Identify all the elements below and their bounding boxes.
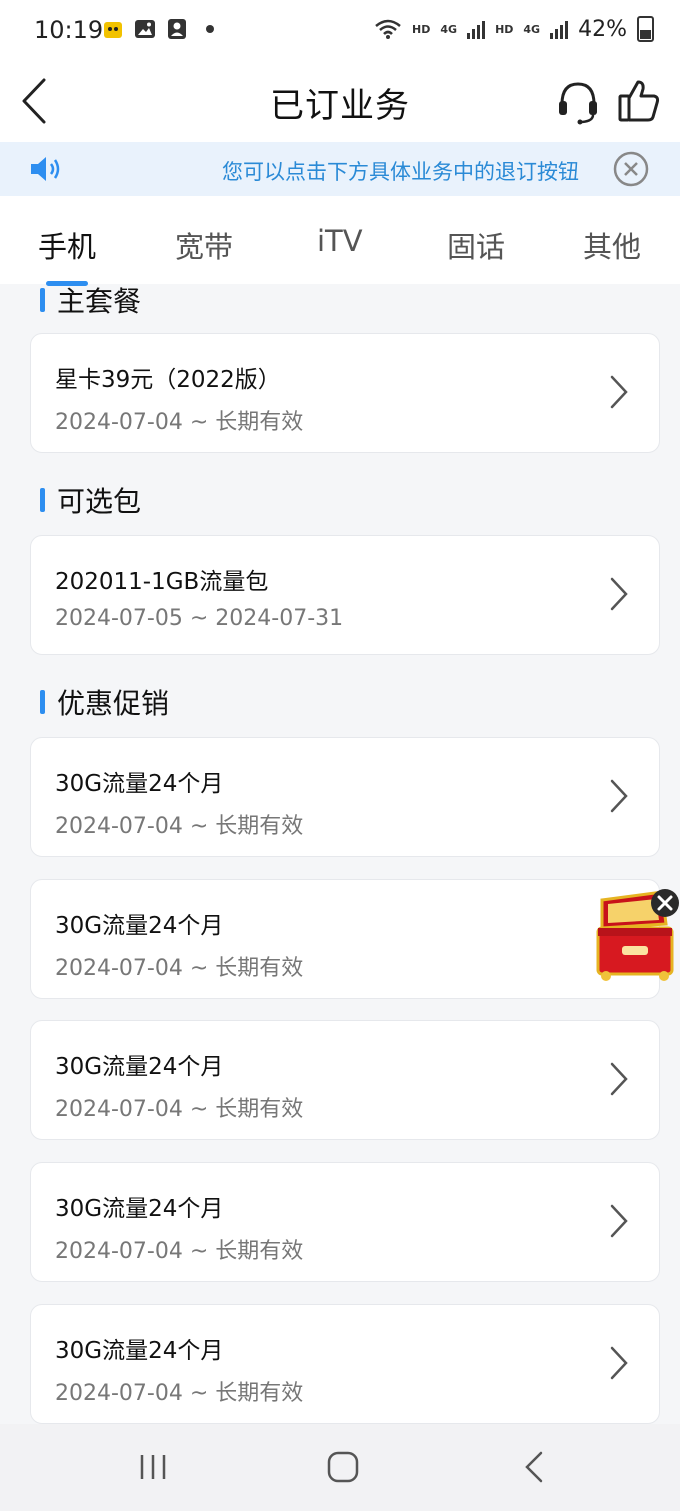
tab-landline[interactable]: 固话 (447, 224, 505, 266)
system-nav-bar (0, 1424, 680, 1511)
section-promotions: 优惠促销 (40, 682, 169, 722)
service-name: 星卡39元（2022版） (55, 367, 281, 393)
recent-apps-icon[interactable] (136, 1452, 170, 1482)
service-name: 30G流量24个月 (55, 1054, 224, 1080)
service-card[interactable]: 202011-1GB流量包 2024-07-05 ~ 2024-07-31 (30, 535, 660, 655)
more-notifications-dot (206, 25, 214, 33)
service-card[interactable]: 30G流量24个月 2024-07-04 ~ 长期有效 (30, 879, 660, 999)
notice-banner: 您可以点击下方具体业务中的退订按钮 (0, 142, 680, 196)
chevron-right-icon (610, 577, 628, 611)
network-type-1: 4G (440, 22, 458, 36)
close-icon[interactable] (650, 888, 680, 918)
section-title: 主套餐 (57, 285, 142, 318)
headset-icon[interactable] (556, 78, 600, 126)
chevron-right-icon (610, 1346, 628, 1380)
hd-label-2: HD (495, 22, 514, 36)
tab-phone[interactable]: 手机 (38, 224, 96, 266)
service-period: 2024-07-04 ~ 长期有效 (55, 1239, 304, 1264)
contact-icon (168, 19, 186, 39)
notification-icons (102, 18, 214, 40)
service-name: 30G流量24个月 (55, 771, 224, 797)
nav-back-icon[interactable] (522, 1450, 546, 1484)
title-bar: 已订业务 (0, 64, 680, 142)
notice-text: 您可以点击下方具体业务中的退订按钮 (222, 160, 579, 184)
service-name: 202011-1GB流量包 (55, 569, 269, 595)
tab-other[interactable]: 其他 (583, 224, 641, 266)
service-card[interactable]: 30G流量24个月 2024-07-04 ~ 长期有效 (30, 1162, 660, 1282)
wifi-icon (375, 19, 401, 39)
service-period: 2024-07-04 ~ 长期有效 (55, 814, 304, 839)
gallery-icon (135, 20, 155, 38)
service-name: 30G流量24个月 (55, 1196, 224, 1222)
speaker-icon (31, 157, 60, 181)
service-period: 2024-07-04 ~ 长期有效 (55, 1097, 304, 1122)
section-main-package: 主套餐 (40, 280, 141, 320)
service-card[interactable]: 星卡39元（2022版） 2024-07-04 ~ 长期有效 (30, 333, 660, 453)
section-marker (40, 488, 45, 512)
status-bar: 10:19 HD 4G HD 4G 42% (0, 0, 680, 64)
service-period: 2024-07-04 ~ 长期有效 (55, 1381, 304, 1406)
service-card[interactable]: 30G流量24个月 2024-07-04 ~ 长期有效 (30, 1020, 660, 1140)
section-optional: 可选包 (40, 480, 141, 520)
network-type-2: 4G (523, 22, 541, 36)
app-notification-icon (104, 22, 122, 38)
service-period: 2024-07-04 ~ 长期有效 (55, 410, 304, 435)
service-card[interactable]: 30G流量24个月 2024-07-04 ~ 长期有效 (30, 737, 660, 857)
status-time: 10:19 (34, 16, 104, 44)
tab-broadband[interactable]: 宽带 (175, 224, 233, 266)
chevron-right-icon (610, 1062, 628, 1096)
battery-icon (637, 16, 654, 42)
hd-label-1: HD (412, 22, 431, 36)
service-name: 30G流量24个月 (55, 1338, 224, 1364)
chevron-right-icon (610, 375, 628, 409)
section-marker (40, 690, 45, 714)
signal-icon-1 (467, 19, 486, 39)
service-name: 30G流量24个月 (55, 913, 224, 939)
chevron-right-icon (610, 779, 628, 813)
tab-itv[interactable]: iTV (317, 224, 363, 258)
status-right: HD 4G HD 4G 42% (374, 16, 654, 42)
section-marker (40, 288, 45, 312)
section-title: 优惠促销 (57, 687, 170, 720)
service-period: 2024-07-04 ~ 长期有效 (55, 956, 304, 981)
section-title: 可选包 (57, 485, 142, 518)
home-icon[interactable] (326, 1450, 360, 1484)
service-period: 2024-07-05 ~ 2024-07-31 (55, 606, 344, 631)
service-card[interactable]: 30G流量24个月 2024-07-04 ~ 长期有效 (30, 1304, 660, 1424)
category-tabs: 手机 宽带 iTV 固话 其他 (0, 196, 680, 286)
chevron-right-icon (610, 1204, 628, 1238)
close-icon[interactable] (613, 151, 649, 187)
battery-percent: 42% (578, 16, 627, 42)
thumbs-up-icon[interactable] (616, 76, 662, 126)
signal-icon-2 (550, 19, 569, 39)
